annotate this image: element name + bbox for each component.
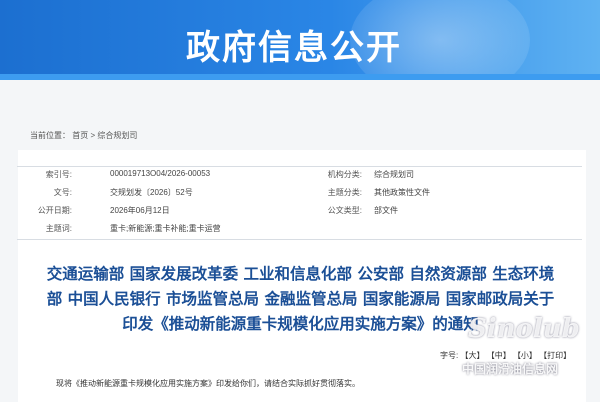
org-label: 机构分类: (327, 170, 362, 179)
keywords-value: 重卡;新能源;重卡补能;重卡运营 (110, 224, 221, 233)
body-paragraph: 现将《推动新能源重卡规模化应用实施方案》印发给你们，请结合实际抓好贯彻落实。 (56, 379, 360, 388)
breadcrumb-home-link[interactable]: 首页 (72, 131, 88, 140)
document-meta-table: 索引号: 000019713O04/2026-00053 机构分类: 综合规划司… (17, 166, 582, 240)
banner-stripe (0, 74, 600, 80)
meta-row: 主题词: 重卡;新能源;重卡补能;重卡运营 (17, 223, 582, 241)
watermark-brand: Sinolub (468, 314, 580, 344)
breadcrumb: 当前位置： 首页 > 综合规划司 (30, 130, 137, 141)
meta-row: 公开日期: 2026年06月12日 公文类型: 部文件 (17, 205, 582, 223)
docno-value: 交规划发〔2026〕52号 (110, 188, 193, 197)
banner-title: 政府信息公开 (186, 28, 402, 68)
topic-label: 主题分类: (327, 188, 362, 197)
meta-row: 索引号: 000019713O04/2026-00053 机构分类: 综合规划司 (17, 169, 582, 187)
date-label: 公开日期: (37, 206, 72, 215)
header-banner: 政府信息公开 (0, 0, 600, 80)
breadcrumb-current-link[interactable]: 综合规划司 (97, 131, 137, 140)
org-value: 综合规划司 (374, 170, 414, 179)
document-title-line: 部 中国人民银行 市场监管总局 金融监管总局 国家能源局 国家邮政局关于 (46, 290, 555, 308)
date-value: 2026年06月12日 (110, 206, 170, 215)
type-label: 公文类型: (327, 206, 362, 215)
watermark-text: 中国润滑油信息网 (462, 362, 559, 376)
meta-row: 文号: 交规划发〔2026〕52号 主题分类: 其他政策性文件 (17, 187, 582, 205)
keywords-label: 主题词: (45, 224, 72, 233)
breadcrumb-separator: > (90, 131, 96, 140)
type-value: 部文件 (374, 206, 398, 215)
index-label: 索引号: (45, 170, 72, 179)
topic-value: 其他政策性文件 (374, 188, 430, 197)
breadcrumb-label: 当前位置： (30, 131, 70, 140)
index-value: 000019713O04/2026-00053 (110, 169, 211, 178)
document-title-line: 交通运输部 国家发展改革委 工业和信息化部 公安部 自然资源部 生态环境 (46, 265, 555, 283)
watermark-logo: Sinolub 中国润滑油信息网 (456, 314, 586, 394)
docno-label: 文号: (53, 188, 72, 197)
